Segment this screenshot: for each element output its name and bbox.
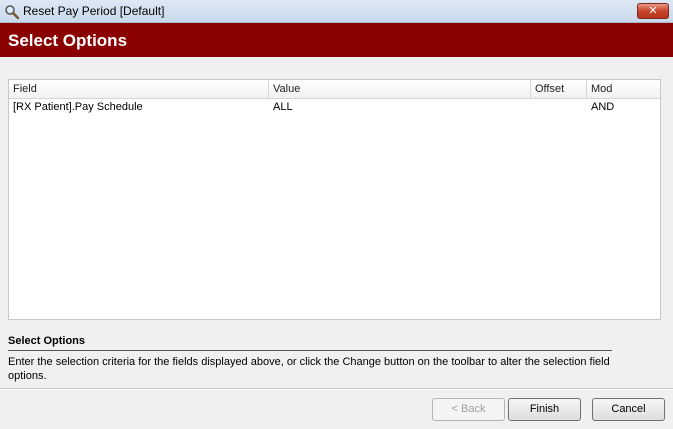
help-title: Select Options xyxy=(8,335,86,347)
header-band: Select Options xyxy=(0,23,673,57)
options-grid[interactable]: Field Value Offset Mod [RX Patient].Pay … xyxy=(8,79,661,320)
cancel-button[interactable]: Cancel xyxy=(592,398,665,421)
cell-mod: AND xyxy=(591,101,615,113)
column-header-field[interactable]: Field xyxy=(9,80,269,98)
page-title: Select Options xyxy=(8,31,128,50)
table-row[interactable]: [RX Patient].Pay Schedule ALL AND xyxy=(9,99,660,116)
magnifier-icon xyxy=(5,5,20,20)
help-description: Enter the selection criteria for the fie… xyxy=(8,356,610,382)
column-header-value[interactable]: Value xyxy=(269,80,531,98)
footer-divider xyxy=(0,388,673,390)
back-button[interactable]: < Back xyxy=(432,398,505,421)
column-header-offset[interactable]: Offset xyxy=(531,80,587,98)
grid-header: Field Value Offset Mod xyxy=(9,80,660,99)
cell-value: ALL xyxy=(273,101,293,113)
cell-offset xyxy=(531,99,587,116)
close-button[interactable]: ✕ xyxy=(637,3,669,19)
window-titlebar: Reset Pay Period [Default] ✕ xyxy=(0,0,673,23)
cell-field: [RX Patient].Pay Schedule xyxy=(13,101,143,113)
column-header-mod[interactable]: Mod xyxy=(587,80,660,98)
window-title: Reset Pay Period [Default] xyxy=(23,4,165,18)
help-divider xyxy=(8,350,612,351)
finish-button[interactable]: Finish xyxy=(508,398,581,421)
